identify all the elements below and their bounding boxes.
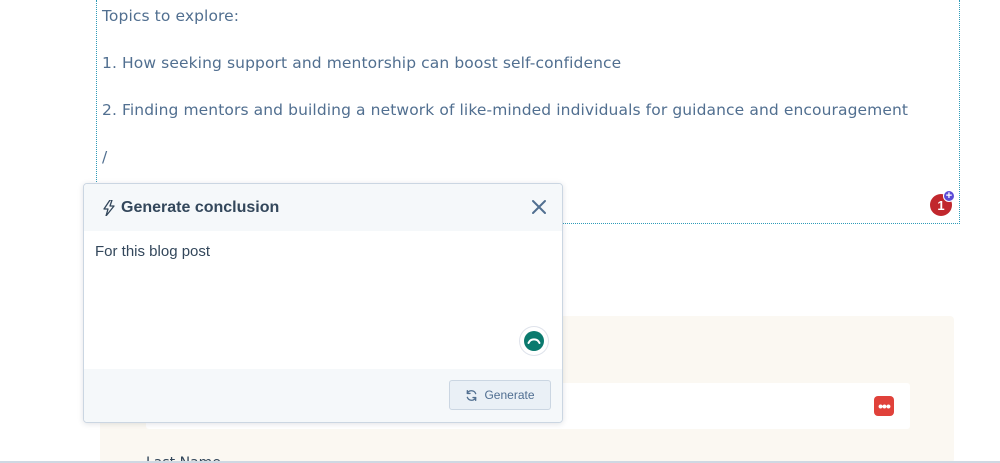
popup-header: Generate conclusion — [84, 184, 562, 231]
more-options-button[interactable]: ••• — [874, 396, 894, 416]
generate-label: Generate — [484, 388, 535, 402]
ellipsis-icon: ••• — [878, 398, 891, 414]
popup-title: Generate conclusion — [121, 199, 280, 216]
generate-conclusion-popup: Generate conclusion For this blog post G… — [83, 183, 563, 423]
editor-line: Topics to explore: — [102, 7, 240, 25]
close-icon[interactable] — [530, 198, 548, 216]
refresh-icon — [467, 389, 477, 401]
add-comment-plus-icon[interactable]: + — [943, 190, 955, 202]
prompt-input[interactable]: For this blog post — [95, 243, 210, 260]
loading-spinner-icon — [520, 327, 548, 355]
editor-line: 1. How seeking support and mentorship ca… — [102, 54, 622, 72]
editor-line: 2. Finding mentors and building a networ… — [102, 101, 909, 119]
editor-line-slash-command: / — [102, 148, 108, 166]
lightning-bolt-icon — [103, 200, 115, 216]
popup-footer: Generate — [84, 369, 562, 422]
generate-button[interactable]: Generate — [449, 380, 551, 410]
